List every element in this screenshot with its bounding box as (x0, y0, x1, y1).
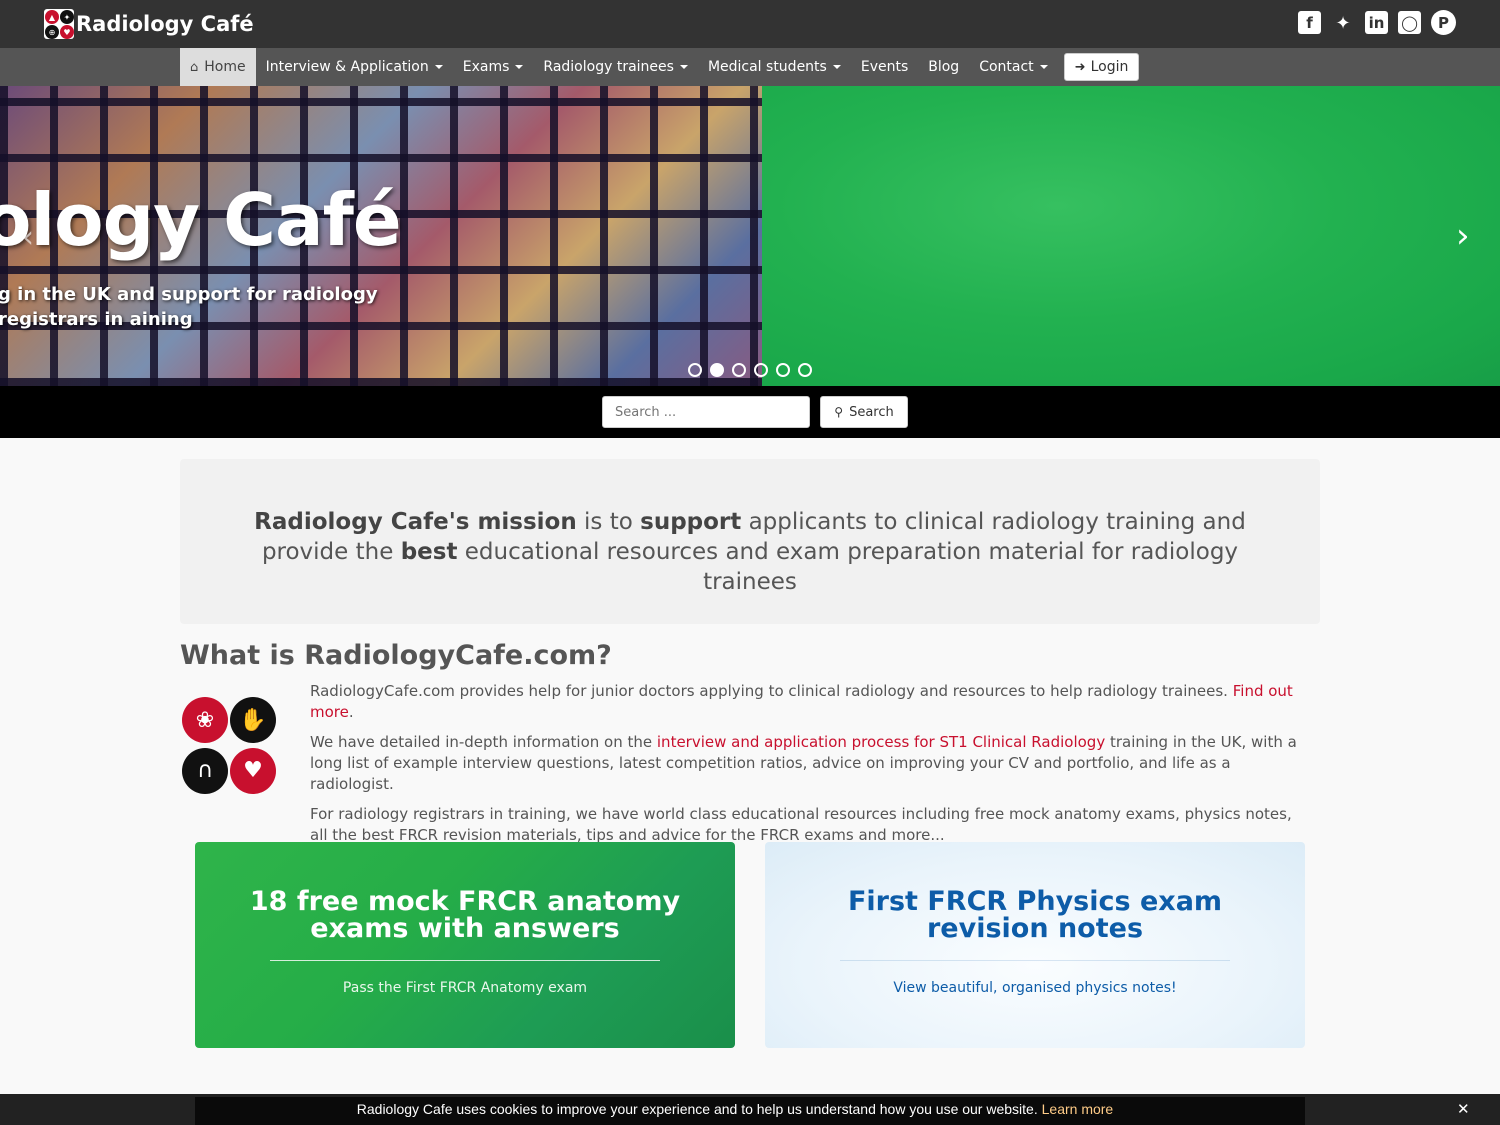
caret-down-icon (1039, 65, 1048, 69)
card-title: First FRCR Physics exam revision notes (847, 886, 1223, 944)
nav-item-medical-students[interactable]: Medical students (698, 48, 851, 86)
card-subtitle: Pass the First FRCR Anatomy exam (342, 980, 588, 996)
intro-text-1: RadiologyCafe.com provides help for juni… (310, 682, 1233, 700)
nav-item-label: Events (860, 59, 909, 75)
login-label: Login (1090, 59, 1129, 75)
nav-item-label: Blog (928, 59, 960, 75)
carousel-dot[interactable] (798, 363, 812, 377)
bowel-icon: ∩ (182, 747, 228, 794)
hero-carousel: ology Café g in the UK and support for r… (0, 86, 1500, 386)
main-navbar: ⌂ Home Interview & Application Exams Rad… (0, 48, 1500, 86)
carousel-next-icon[interactable]: › (1456, 216, 1470, 256)
hero-subtitle: g in the UK and support for radiology re… (0, 284, 378, 330)
nav-item-label: Contact (979, 59, 1034, 75)
nav-item-events[interactable]: Events (851, 48, 918, 86)
mission-text-1: is to (576, 509, 641, 535)
anatomy-exams-card[interactable]: 18 free mock FRCR anatomy exams with ans… (195, 842, 735, 1048)
home-icon: ⌂ (190, 59, 199, 75)
login-button[interactable]: ➜ Login (1063, 53, 1140, 81)
search-input[interactable] (602, 396, 810, 428)
card-divider (840, 960, 1230, 961)
cookie-text: Radiology Cafe uses cookies to improve y… (356, 1101, 1042, 1117)
physics-notes-card[interactable]: First FRCR Physics exam revision notes V… (765, 842, 1305, 1048)
nav-item-home[interactable]: ⌂ Home (180, 48, 256, 86)
pinterest-icon[interactable]: P (1431, 10, 1456, 35)
intro-paragraph: RadiologyCafe.com provides help for juni… (310, 681, 1310, 723)
lungs-icon: ❀ (182, 697, 228, 743)
search-button-label: Search (849, 404, 894, 420)
carousel-dot[interactable] (776, 363, 790, 377)
nav-menu: ⌂ Home Interview & Application Exams Rad… (180, 48, 1140, 86)
carousel-dot[interactable] (688, 363, 702, 377)
card-subtitle: View beautiful, organised physics notes! (893, 980, 1177, 996)
caret-down-icon (832, 65, 841, 69)
mission-strong-3: best (400, 539, 458, 565)
mission-panel: Radiology Cafe's mission is to support a… (180, 459, 1320, 624)
search-icon: ⚲ (834, 405, 844, 419)
intro-paragraph: We have detailed in-depth information on… (310, 732, 1310, 795)
carousel-indicators (688, 363, 812, 377)
mission-strong-2: support (640, 509, 742, 535)
nav-item-label: Home (204, 59, 246, 75)
search-button[interactable]: ⚲ Search (820, 396, 908, 428)
nav-item-exams[interactable]: Exams (453, 48, 534, 86)
sign-in-icon: ➜ (1074, 59, 1086, 75)
twitter-icon[interactable]: ✦ (1331, 10, 1355, 36)
learn-more-link[interactable]: Learn more (1042, 1101, 1114, 1117)
intro-text-2: We have detailed in-depth information on… (310, 733, 657, 751)
carousel-prev-icon[interactable]: ‹ (22, 220, 34, 255)
nav-item-radiology-trainees[interactable]: Radiology trainees (533, 48, 698, 86)
instagram-icon[interactable]: ◯ (1398, 11, 1421, 34)
mission-statement: Radiology Cafe's mission is to support a… (240, 507, 1260, 597)
nav-item-label: Radiology trainees (543, 59, 674, 75)
mission-text-3: educational resources and exam preparati… (457, 539, 1239, 595)
caret-down-icon (679, 65, 688, 69)
hero-slide-next-image (762, 86, 1500, 386)
intro-text-1-end: . (348, 703, 354, 721)
intro-paragraph: For radiology registrars in training, we… (310, 805, 1292, 844)
nav-item-label: Medical students (707, 59, 827, 75)
section-title: What is RadiologyCafe.com? (180, 640, 612, 671)
close-icon[interactable]: ✕ (1457, 1100, 1470, 1118)
card-divider (270, 960, 660, 961)
intro-text: RadiologyCafe.com provides help for juni… (310, 681, 1310, 855)
brand-link[interactable]: ▲ ✦ ⊕ ♥ Radiology Café (44, 8, 254, 40)
carousel-dot[interactable] (754, 363, 768, 377)
caret-down-icon (515, 65, 524, 69)
hand-xray-icon: ✋ (230, 697, 276, 743)
brand-name: Radiology Café (76, 12, 254, 36)
nav-item-label: Interview & Application (265, 59, 429, 75)
carousel-dot-active[interactable] (710, 363, 724, 377)
nav-item-blog[interactable]: Blog (918, 48, 969, 86)
carousel-dot[interactable] (732, 363, 746, 377)
top-bar: ▲ ✦ ⊕ ♥ Radiology Café f ✦ in ◯ P (0, 0, 1500, 48)
social-links: f ✦ in ◯ P (1298, 10, 1456, 36)
nav-item-label: Exams (462, 59, 510, 75)
nav-item-interview-application[interactable]: Interview & Application (256, 48, 453, 86)
caret-down-icon (434, 65, 443, 69)
heart-icon: ♥ (230, 747, 276, 794)
interview-process-link[interactable]: interview and application process for ST… (657, 733, 1105, 751)
linkedin-icon[interactable]: in (1365, 11, 1388, 34)
hero-title: ology Café (0, 178, 402, 262)
brand-logo-icon: ▲ ✦ ⊕ ♥ (44, 9, 74, 39)
search-bar: ⚲ Search (0, 386, 1500, 438)
card-title: 18 free mock FRCR anatomy exams with ans… (249, 886, 681, 944)
facebook-icon[interactable]: f (1298, 11, 1321, 34)
cookie-banner: Radiology Cafe uses cookies to improve y… (0, 1094, 1500, 1125)
cookie-message: Radiology Cafe uses cookies to improve y… (0, 1101, 1470, 1117)
specialty-icons: ❀ ✋ ∩ ♥ (182, 697, 282, 795)
mission-strong-1: Radiology Cafe's mission (254, 509, 577, 535)
nav-item-contact[interactable]: Contact (969, 48, 1057, 86)
